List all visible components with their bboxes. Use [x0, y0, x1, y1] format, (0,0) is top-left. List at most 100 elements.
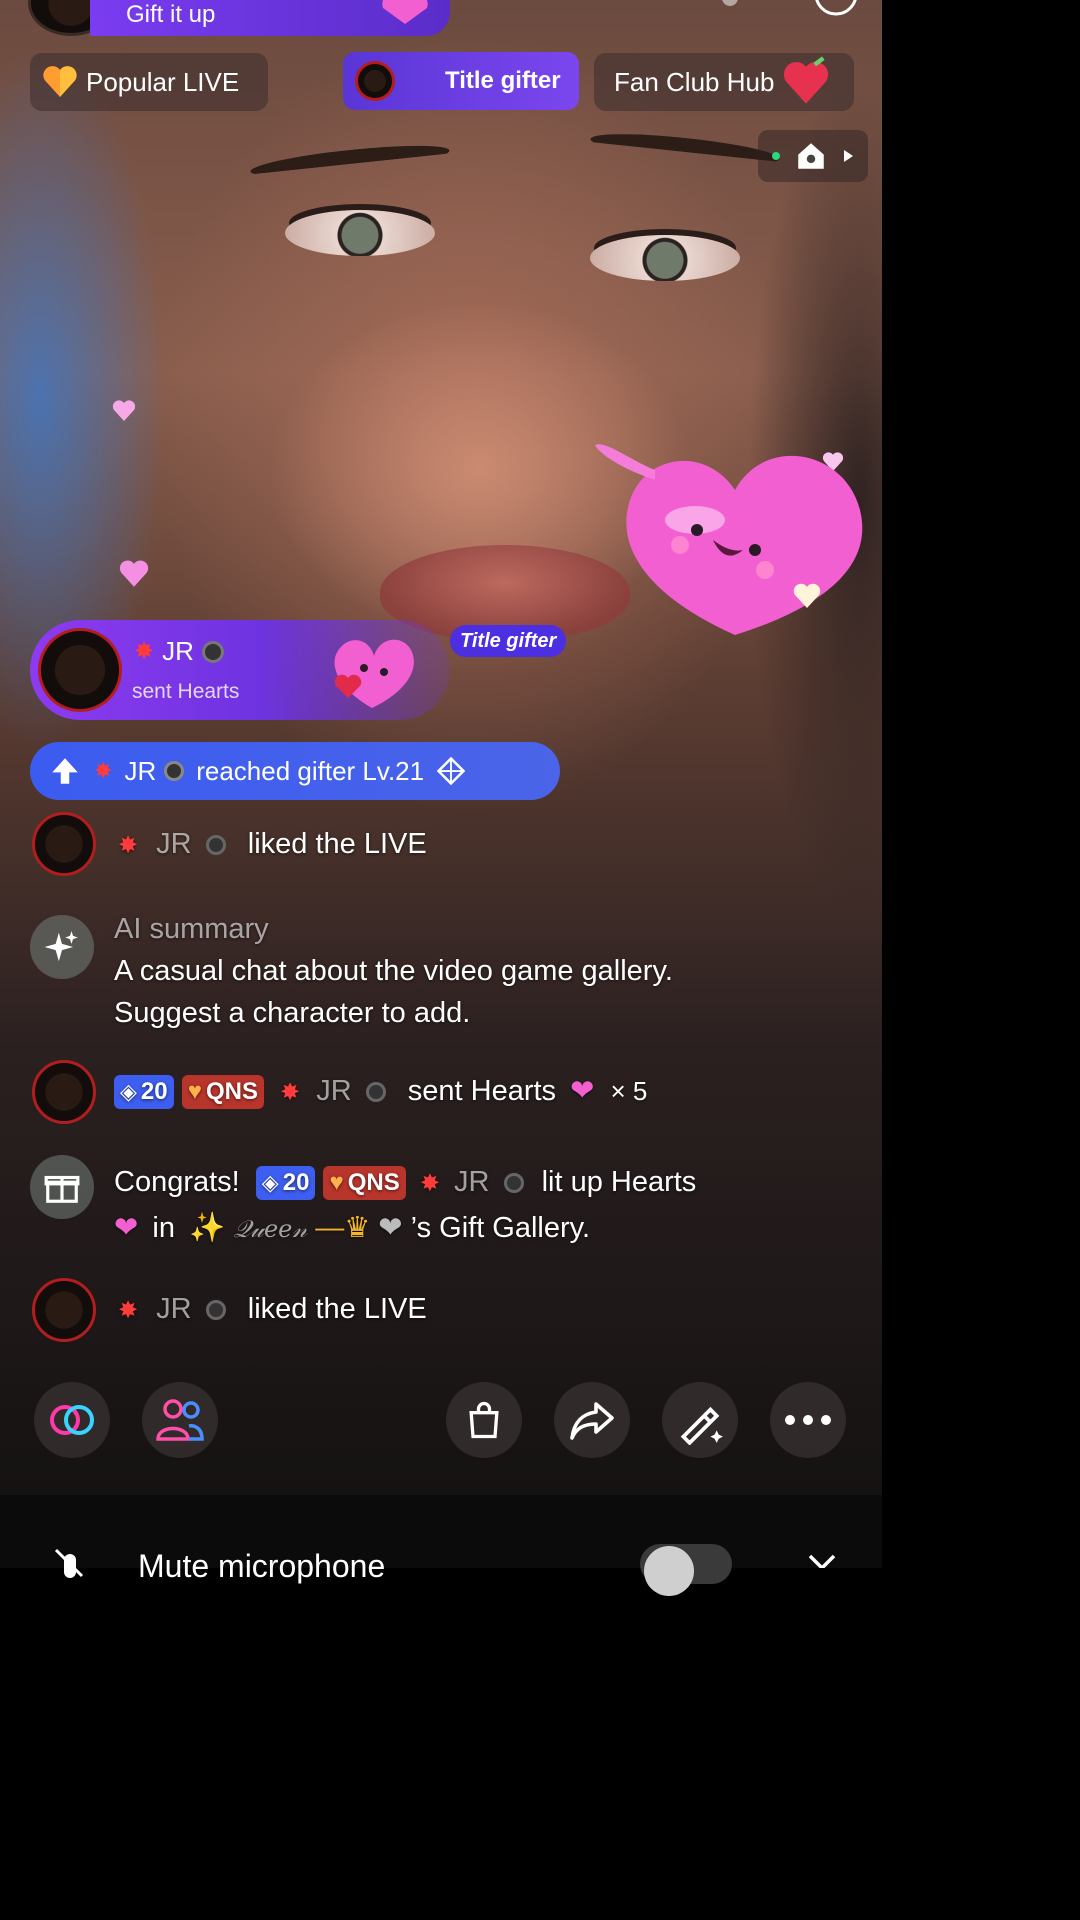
- level-up-text: reached gifter Lv.21: [196, 755, 425, 786]
- spark-icon: ✸: [134, 638, 155, 665]
- fan-heart-icon: ♥: [329, 1169, 344, 1197]
- magic-wand-icon: [680, 1406, 723, 1445]
- chat-message-like: ✸ JR liked the LIVE: [118, 1293, 427, 1326]
- arrow-up-icon: [52, 758, 78, 784]
- multi-guest-button[interactable]: [34, 1382, 110, 1458]
- fan-club-value: QNS: [205, 1078, 258, 1106]
- floating-heart-icon: [119, 560, 149, 587]
- gift-box-icon: [44, 1175, 80, 1203]
- link-rings-icon: [50, 1405, 94, 1435]
- effects-button[interactable]: [662, 1382, 738, 1458]
- fan-club-value: QNS: [347, 1169, 400, 1197]
- gifter-level-badge: ◈ 20: [255, 1166, 316, 1201]
- host-name[interactable]: 𝒬𝓊𝑒𝑒𝓃: [233, 1215, 307, 1243]
- grey-heart-icon: ❤: [378, 1212, 403, 1244]
- toggle-knob: [644, 1546, 694, 1596]
- more-button[interactable]: [770, 1382, 846, 1458]
- chat-avatar[interactable]: [32, 1278, 96, 1342]
- microphone-icon[interactable]: [52, 1548, 88, 1578]
- diamond-icon: ◈: [261, 1170, 279, 1196]
- heart-gift-icon: [382, 0, 428, 24]
- floating-heart-icon: [112, 400, 136, 421]
- level-up-banner[interactable]: ✸ JR reached gifter Lv.21: [30, 742, 560, 800]
- gifter-level-value: 20: [140, 1078, 168, 1106]
- gift-notification-banner: ✸ JR sent Hearts: [30, 620, 450, 720]
- gift-action-text: sent Hearts: [132, 680, 240, 703]
- fan-club-heart-icon: [784, 56, 829, 104]
- more-dots-icon: [785, 1415, 831, 1425]
- title-gifter-label: Title gifter: [445, 67, 561, 94]
- fan-club-hub-label: Fan Club Hub: [614, 66, 775, 97]
- eye-right: [590, 235, 740, 281]
- chat-avatar[interactable]: [32, 1060, 96, 1124]
- chat-user-name[interactable]: JR: [454, 1166, 489, 1198]
- ninja-icon: [205, 835, 226, 856]
- gift-gallery-badge: [30, 1155, 94, 1219]
- close-live-icon[interactable]: [812, 0, 860, 20]
- brow-right: [589, 128, 781, 170]
- chat-text: liked the LIVE: [247, 828, 427, 860]
- ai-summary-line1: A casual chat about the video game galle…: [114, 955, 673, 987]
- gift-multiplier: × 5: [610, 1076, 648, 1106]
- ninja-icon: [365, 1082, 386, 1103]
- crown-icon: —♛: [315, 1212, 371, 1244]
- live-dot-icon: [772, 152, 780, 160]
- spark-icon: ✸: [118, 832, 139, 859]
- title-gifter-tag: Title gifter: [450, 625, 567, 657]
- chat-user-name[interactable]: JR: [316, 1075, 351, 1107]
- ninja-icon: [205, 1300, 226, 1321]
- viewer-icon[interactable]: [718, 0, 758, 14]
- diamond-icon: ◈: [120, 1079, 137, 1105]
- shopping-bag-icon: [469, 1401, 499, 1439]
- hearts-gift-icon: [334, 639, 414, 708]
- chat-text: lit up Hearts: [541, 1166, 697, 1198]
- diamond-icon: [436, 756, 466, 786]
- gift-gallery-text: ’s Gift Gallery.: [410, 1212, 591, 1244]
- gifter-avatar[interactable]: [38, 628, 122, 712]
- hearts-icon: ❤: [114, 1212, 139, 1244]
- level-user-name: JR: [124, 755, 157, 786]
- spark-icon: ✸: [94, 758, 113, 783]
- gift-it-up-pill[interactable]: Gift it up: [90, 0, 450, 36]
- congrats-text: Congrats!: [114, 1166, 240, 1198]
- fan-club-badge: ♥ QNS: [323, 1166, 406, 1201]
- fan-club-hub-chip[interactable]: Fan Club Hub: [594, 53, 854, 111]
- heart-mascot-icon: [595, 444, 863, 635]
- share-arrow-icon: [570, 1402, 614, 1440]
- popular-heart-icon: [43, 66, 77, 97]
- chat-message-like: ✸ JR liked the LIVE: [118, 828, 427, 861]
- spark-icon: ✸: [419, 1170, 440, 1197]
- gifter-name: JR: [162, 636, 194, 666]
- eye-left: [285, 210, 435, 256]
- ninja-icon: [503, 1173, 524, 1194]
- mute-microphone-toggle[interactable]: [640, 1544, 732, 1596]
- popular-live-label: Popular LIVE: [86, 66, 240, 97]
- sparkle-icon: [44, 931, 78, 962]
- guests-button[interactable]: [142, 1382, 218, 1458]
- ai-summary-title: AI summary: [114, 913, 269, 945]
- gifter-level-badge: ◈ 20: [114, 1075, 174, 1110]
- chat-message-congrats: Congrats! ◈ 20 ♥ QNS ✸ JR lit up Hearts ❤ …: [114, 1160, 854, 1251]
- gift-it-up-label: Gift it up: [126, 1, 216, 28]
- brow-left: [249, 139, 451, 183]
- live-controls[interactable]: [758, 130, 868, 182]
- fan-club-badge: ♥ QNS: [181, 1075, 264, 1110]
- share-button[interactable]: [554, 1382, 630, 1458]
- spark-icon: ✸: [280, 1079, 301, 1106]
- chat-user-name[interactable]: JR: [156, 828, 191, 860]
- title-gifter-avatar: [355, 61, 395, 101]
- shop-button[interactable]: [446, 1382, 522, 1458]
- home-icon[interactable]: [794, 139, 828, 173]
- ninja-icon: [201, 640, 224, 663]
- ai-summary-line2: Suggest a character to add.: [114, 997, 471, 1029]
- ai-summary-badge: [30, 915, 94, 979]
- spark-icon: ✸: [118, 1297, 139, 1324]
- play-arrow-icon[interactable]: [838, 146, 858, 166]
- chat-avatar[interactable]: [32, 812, 96, 876]
- chat-user-name[interactable]: JR: [156, 1293, 191, 1325]
- bottom-control-bar: [0, 1495, 882, 1568]
- gifter-level-value: 20: [282, 1169, 310, 1197]
- popular-live-chip[interactable]: Popular LIVE: [30, 53, 268, 111]
- title-gifter-chip[interactable]: Title gifter: [343, 52, 579, 110]
- close-icon[interactable]: [806, 1552, 838, 1568]
